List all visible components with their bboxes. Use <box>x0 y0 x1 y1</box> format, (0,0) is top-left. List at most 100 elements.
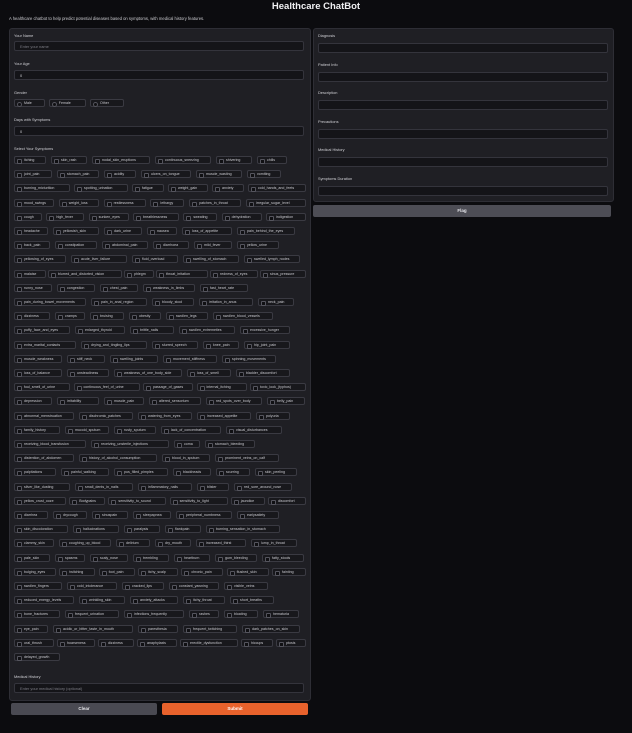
symptom-checkbox-pus-filled-pimples[interactable]: pus_filled_pimples <box>114 468 168 477</box>
symptom-checkbox-continuous-sneezing[interactable]: continuous_sneezing <box>155 156 211 164</box>
symptom-checkbox-blurred-and-distorted-vision[interactable]: blurred_and_distorted_vision <box>48 269 122 278</box>
checkbox-icon[interactable] <box>113 357 118 363</box>
output-field-medical-history[interactable] <box>318 157 608 167</box>
gender-option-other[interactable]: Other <box>90 99 124 107</box>
age-input[interactable]: 0 <box>14 70 304 80</box>
checkbox-icon[interactable] <box>253 386 258 392</box>
days-input[interactable]: 0 <box>14 126 304 136</box>
symptom-checkbox-back-pain[interactable]: back_pain <box>14 241 50 250</box>
symptom-checkbox-muscle-pain[interactable]: muscle_pain <box>104 397 144 406</box>
checkbox-icon[interactable] <box>141 414 146 420</box>
checkbox-icon[interactable] <box>192 201 198 207</box>
symptom-checkbox-itching[interactable]: itching <box>14 156 46 164</box>
symptom-checkbox-anxiety[interactable]: anxiety <box>212 184 244 193</box>
checkbox-icon[interactable] <box>240 514 245 519</box>
radio-icon[interactable] <box>93 102 98 107</box>
checkbox-icon[interactable] <box>184 570 190 576</box>
radio-icon[interactable] <box>17 102 22 107</box>
symptom-checkbox-rashes[interactable]: rashes <box>189 610 219 619</box>
symptom-checkbox-twitching[interactable]: twitching <box>59 567 96 576</box>
symptom-checkbox-swollen-fingers[interactable]: swollen_fingers <box>14 582 62 590</box>
symptom-checkbox-bruising[interactable]: bruising <box>90 312 124 321</box>
checkbox-icon[interactable] <box>216 315 221 321</box>
symptom-checkbox-ulcers-on-tongue[interactable]: ulcers_on_tongue <box>141 170 191 179</box>
symptom-checkbox-painful-walking[interactable]: painful_walking <box>61 468 109 477</box>
checkbox-icon[interactable] <box>17 258 22 264</box>
checkbox-icon[interactable] <box>158 542 163 548</box>
checkbox-icon[interactable] <box>17 457 22 463</box>
symptom-checkbox-extra-marital-contacts[interactable]: extra_marital_contacts <box>14 340 76 349</box>
symptom-checkbox-high-fever[interactable]: high_fever <box>46 212 85 221</box>
checkbox-icon[interactable] <box>186 627 191 633</box>
checkbox-icon[interactable] <box>17 656 22 661</box>
symptom-checkbox-yellowish-skin[interactable]: yellowish_skin <box>53 227 99 235</box>
checkbox-icon[interactable] <box>17 244 22 250</box>
symptom-checkbox-acute-liver-failure[interactable]: acute_liver_failure <box>71 255 127 264</box>
checkbox-icon[interactable] <box>17 159 22 164</box>
symptom-checkbox-spinning-movements[interactable]: spinning_movements <box>222 354 276 363</box>
symptom-checkbox-continuous-feel-of-urine[interactable]: continuous_feel_of_urine <box>73 383 140 392</box>
checkbox-icon[interactable] <box>199 173 204 179</box>
checkbox-icon[interactable] <box>17 627 22 633</box>
checkbox-icon[interactable] <box>270 400 275 406</box>
symptom-checkbox-sleepapnea[interactable]: sleepapnea <box>133 511 171 519</box>
symptom-checkbox-shivering[interactable]: shivering <box>216 156 252 164</box>
symptom-checkbox-coma[interactable]: coma <box>174 440 200 448</box>
symptom-checkbox-increased-thirst[interactable]: increased_thirst <box>196 539 246 548</box>
symptom-checkbox-stomach-pain[interactable]: stomach_pain <box>57 170 99 179</box>
symptom-checkbox-frequent-urination[interactable]: frequent_urination <box>65 610 119 619</box>
symptom-checkbox-restlessness[interactable]: restlessness <box>103 198 146 207</box>
checkbox-icon[interactable] <box>82 599 87 605</box>
symptom-checkbox-chronic-pain[interactable]: chronic_pain <box>181 567 224 576</box>
symptom-checkbox-discomfort[interactable]: discomfort <box>268 496 306 505</box>
symptom-checkbox-foul-smell-of-urine[interactable]: foul_smell_of_urine <box>14 383 70 392</box>
symptom-checkbox-reduced-energy-levels[interactable]: reduced_energy_levels <box>14 596 74 605</box>
symptom-checkbox-dark-urine[interactable]: dark_urine <box>104 227 142 235</box>
symptom-checkbox-bulging-eyes[interactable]: bulging_eyes <box>14 567 56 576</box>
symptom-checkbox-dark-patches-on-skin[interactable]: dark_patches_on_skin <box>242 624 300 633</box>
checkbox-icon[interactable] <box>237 485 242 491</box>
symptom-checkbox-red-spots-over-body[interactable]: red_spots_over_body <box>206 397 262 406</box>
checkbox-icon[interactable] <box>56 514 61 519</box>
checkbox-icon[interactable] <box>82 414 87 420</box>
symptom-checkbox-internal-itching[interactable]: internal_itching <box>196 383 247 392</box>
symptom-checkbox-flushed-skin[interactable]: flushed_skin <box>226 567 269 576</box>
checkbox-icon[interactable] <box>171 187 176 193</box>
symptom-checkbox-loss-of-balance[interactable]: loss_of_balance <box>14 369 62 377</box>
checkbox-icon[interactable] <box>60 400 65 406</box>
symptom-checkbox-wrinkling-skin[interactable]: wrinkling_skin <box>79 596 125 605</box>
checkbox-icon[interactable] <box>95 514 100 519</box>
checkbox-icon[interactable] <box>247 343 252 349</box>
symptom-checkbox-red-sore-around-nose[interactable]: red_sore_around_nose <box>234 482 292 491</box>
symptom-checkbox-altered-sensorium[interactable]: altered_sensorium <box>149 397 201 406</box>
symptom-checkbox-rusty-sputum[interactable]: rusty_sputum <box>114 425 156 434</box>
checkbox-icon[interactable] <box>229 570 235 576</box>
symptom-checkbox-hematuria[interactable]: hematuria <box>263 610 299 619</box>
symptom-checkbox-swelled-lymph-nodes[interactable]: swelled_lymph_nodes <box>244 255 300 264</box>
output-field-patient-info[interactable] <box>318 71 608 82</box>
symptom-checkbox-chills[interactable]: chills <box>257 156 287 164</box>
gender-option-female[interactable]: Female <box>48 99 86 107</box>
checkbox-icon[interactable] <box>177 443 182 448</box>
symptom-checkbox-throat-irritation[interactable]: throat_irritation <box>156 269 208 278</box>
symptom-checkbox-dizziness[interactable]: dizziness <box>14 312 50 321</box>
medical-history-input[interactable]: Enter your medical history (optional) <box>14 683 304 693</box>
output-field-symptoms-duration[interactable] <box>318 185 608 196</box>
checkbox-icon[interactable] <box>251 187 256 193</box>
symptom-checkbox-dry-mouth[interactable]: dry_mouth <box>155 539 191 548</box>
checkbox-icon[interactable] <box>62 542 67 548</box>
checkbox-icon[interactable] <box>155 343 160 349</box>
checkbox-icon[interactable] <box>17 613 22 619</box>
checkbox-icon[interactable] <box>76 528 81 534</box>
checkbox-icon[interactable] <box>166 357 171 363</box>
checkbox-icon[interactable] <box>146 286 151 292</box>
checkbox-icon[interactable] <box>17 542 22 548</box>
symptom-checkbox-hip-joint-pain[interactable]: hip_joint_pain <box>244 340 290 349</box>
checkbox-icon[interactable] <box>144 173 149 179</box>
symptom-checkbox-dischromic-patches[interactable]: dischromic_patches <box>79 411 133 420</box>
symptom-checkbox-skin-discoloration[interactable]: skin_discoloration <box>14 525 68 534</box>
symptom-checkbox-puffy-face-and-eyes[interactable]: puffy_face_and_eyes <box>14 326 70 335</box>
checkbox-icon[interactable] <box>78 329 83 335</box>
symptom-checkbox-swollen-extremeties[interactable]: swollen_extremeties <box>179 326 235 335</box>
symptom-checkbox-cold-intolerance[interactable]: cold_intolerance <box>67 582 117 590</box>
